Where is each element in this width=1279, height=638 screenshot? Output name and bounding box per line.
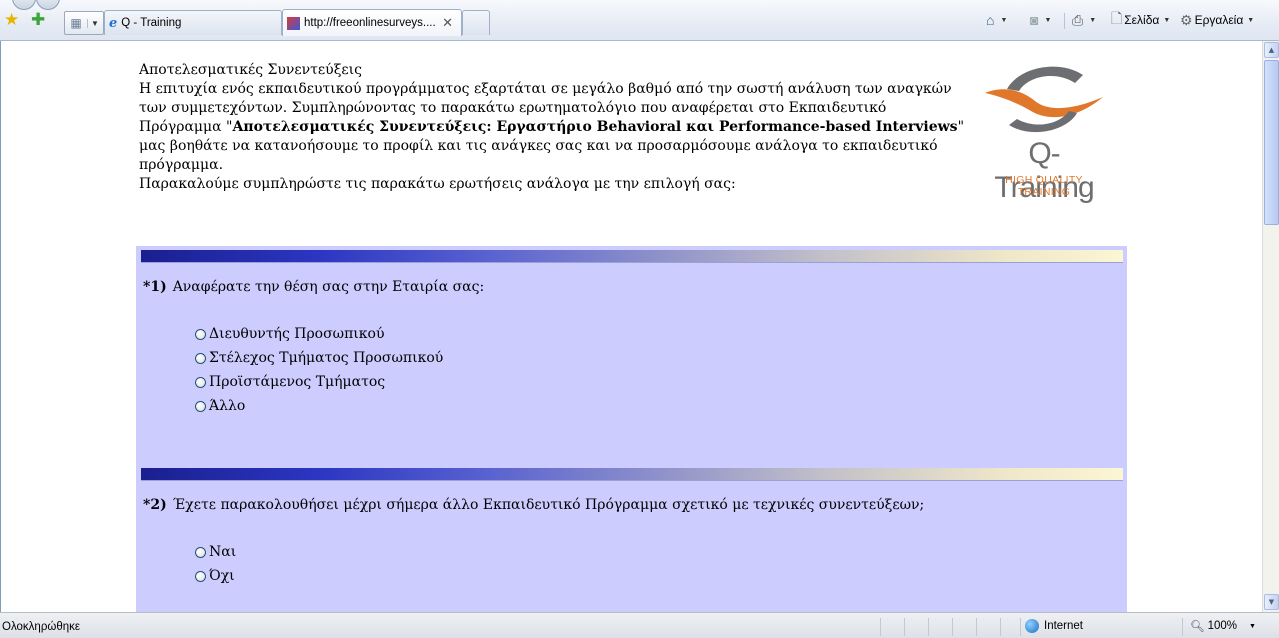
status-text: Ολοκληρώθηκε (2, 621, 81, 633)
status-divider (928, 618, 929, 636)
question-panel-2: *2) Έχετε παρακολουθήσει μέχρι σήμερα άλλ… (136, 464, 1127, 612)
status-divider (904, 618, 905, 636)
question-header-bar (141, 468, 1123, 480)
toolbar-divider (1064, 13, 1065, 29)
feeds-dropdown-icon[interactable]: ▼ (1044, 17, 1051, 24)
favorites-star-icon[interactable]: ★ (4, 10, 19, 30)
status-bar: Ολοκληρώθηκε Internet 🔍︎ 100% ▼ (0, 612, 1279, 638)
survey-intro: Αποτελεσματικές Συνεντεύξεις Η επιτυχία … (139, 61, 969, 194)
forward-button[interactable] (36, 0, 60, 10)
question-number: *2) (143, 497, 167, 513)
program-name: Αποτελεσματικές Συνεντεύξεις: Εργαστήριο… (232, 119, 958, 135)
security-zone[interactable]: Internet (1025, 619, 1083, 633)
option-label: Άλλο (209, 398, 246, 414)
option-label: Όχι (209, 568, 235, 584)
question-text: Αναφέρατε την θέση σας στην Εταιρία σας: (172, 279, 485, 295)
radio-button[interactable] (195, 376, 206, 388)
zoom-dropdown-icon[interactable]: ▼ (1249, 623, 1256, 630)
survey-title: Αποτελεσματικές Συνεντεύξεις (139, 62, 362, 78)
status-divider (1020, 618, 1021, 636)
rss-feed-icon: ◙ (1030, 12, 1039, 28)
option-other[interactable]: Άλλο (195, 398, 245, 414)
option-department-head[interactable]: Προϊστάμενος Τμήματος (195, 374, 385, 390)
close-tab-icon[interactable]: ✕ (442, 15, 453, 31)
tab-label: Q - Training (121, 17, 182, 29)
ie-page-icon: e (109, 15, 118, 31)
radio-button[interactable] (195, 570, 206, 582)
logo-tagline: HIGH QUALITY TRAINING (1005, 174, 1083, 198)
option-hr-staff[interactable]: Στέλεχος Τμήματος Προσωπικού (195, 350, 443, 366)
option-yes[interactable]: Ναι (195, 544, 236, 560)
quick-tabs-dropdown-arrow-icon[interactable]: ▼ (87, 18, 102, 28)
scroll-down-arrow-icon[interactable]: ▼ (1264, 594, 1279, 610)
status-divider (976, 618, 977, 636)
status-divider (952, 618, 953, 636)
scrollbar-thumb[interactable] (1264, 60, 1279, 225)
globe-icon (1025, 619, 1039, 633)
print-button[interactable]: ⎙ ▼ (1072, 10, 1096, 30)
page-viewport: Αποτελεσματικές Συνεντεύξεις Η επιτυχία … (0, 41, 1262, 612)
option-label: Στέλεχος Τμήματος Προσωπικού (209, 350, 444, 366)
option-no[interactable]: Όχι (195, 568, 235, 584)
question-text: Έχετε παρακολουθήσει μέχρι σήμερα άλλο Ε… (172, 497, 925, 513)
tab-freeonlinesurveys[interactable]: http://freeonlinesurveys.... ✕ (282, 9, 462, 36)
radio-button[interactable] (195, 546, 206, 558)
status-divider (1000, 618, 1001, 636)
question-panel-1: *1) Αναφέρατε την θέση σας στην Εταιρία σ… (136, 246, 1127, 469)
logo-swoosh-icon (985, 66, 1103, 133)
option-hr-director[interactable]: Διευθυντής Προσωπικού (195, 326, 384, 342)
question-2: *2) Έχετε παρακολουθήσει μέχρι σήμερα άλλ… (143, 497, 924, 513)
vertical-scrollbar[interactable]: ▲ ▼ (1262, 41, 1279, 612)
radio-button[interactable] (195, 352, 206, 364)
instructions-text: Παρακαλούμε συμπληρώστε τις παρακάτω ερω… (139, 176, 736, 192)
add-favorites-icon[interactable]: ✚ (31, 10, 45, 30)
quick-tabs-button[interactable]: ▦ ▼ (64, 11, 104, 35)
q-training-logo: Q-Training HIGH QUALITY TRAINING (979, 61, 1119, 204)
page-menu-button[interactable]: 🗋 Σελίδα ▼ (1111, 10, 1170, 30)
new-tab-button[interactable] (462, 10, 490, 35)
quick-tabs-grid-icon: ▦ (70, 16, 82, 30)
back-button[interactable] (12, 0, 36, 10)
home-icon: ⌂ (986, 12, 995, 28)
tab-label: http://freeonlinesurveys.... (304, 17, 436, 29)
page-icon: 🗋 (1111, 10, 1123, 26)
site-favicon-icon (287, 16, 300, 30)
tools-menu-label: Εργαλεία (1194, 13, 1244, 27)
page-menu-label: Σελίδα (1124, 13, 1160, 27)
option-label: Προϊστάμενος Τμήματος (209, 374, 386, 390)
question-header-bar (141, 250, 1123, 262)
question-1: *1) Αναφέρατε την θέση σας στην Εταιρία σ… (143, 279, 484, 295)
browser-toolbar: ★ ✚ ▦ ▼ e Q - Training http://freeonline… (0, 0, 1279, 41)
print-dropdown-icon[interactable]: ▼ (1089, 17, 1096, 24)
scroll-up-arrow-icon[interactable]: ▲ (1264, 42, 1279, 58)
gear-icon: ⚙ (1180, 11, 1193, 28)
zone-label: Internet (1044, 620, 1083, 632)
status-divider (1182, 618, 1183, 636)
tools-dropdown-icon: ▼ (1247, 16, 1255, 24)
zoom-level: 100% (1207, 620, 1238, 632)
status-divider (880, 618, 881, 636)
zoom-control[interactable]: 🔍︎ 100% ▼ (1190, 619, 1256, 633)
question-number: *1) (143, 279, 167, 295)
radio-button[interactable] (195, 400, 206, 412)
radio-button[interactable] (195, 328, 206, 340)
option-label: Διευθυντής Προσωπικού (209, 326, 385, 342)
home-button[interactable]: ⌂ ▼ (986, 10, 1007, 30)
magnifier-icon: 🔍︎ (1190, 621, 1205, 633)
page-dropdown-icon: ▼ (1163, 16, 1171, 24)
option-label: Ναι (209, 544, 237, 560)
home-dropdown-icon[interactable]: ▼ (1000, 17, 1007, 24)
tab-q-training[interactable]: e Q - Training (104, 10, 282, 35)
tools-menu-button[interactable]: ⚙ Εργαλεία ▼ (1180, 10, 1254, 30)
printer-icon: ⎙ (1072, 11, 1084, 28)
feeds-button[interactable]: ◙ ▼ (1030, 10, 1051, 30)
intro-paragraph: Η επιτυχία ενός εκπαιδευτικού προγράμματ… (139, 80, 969, 175)
